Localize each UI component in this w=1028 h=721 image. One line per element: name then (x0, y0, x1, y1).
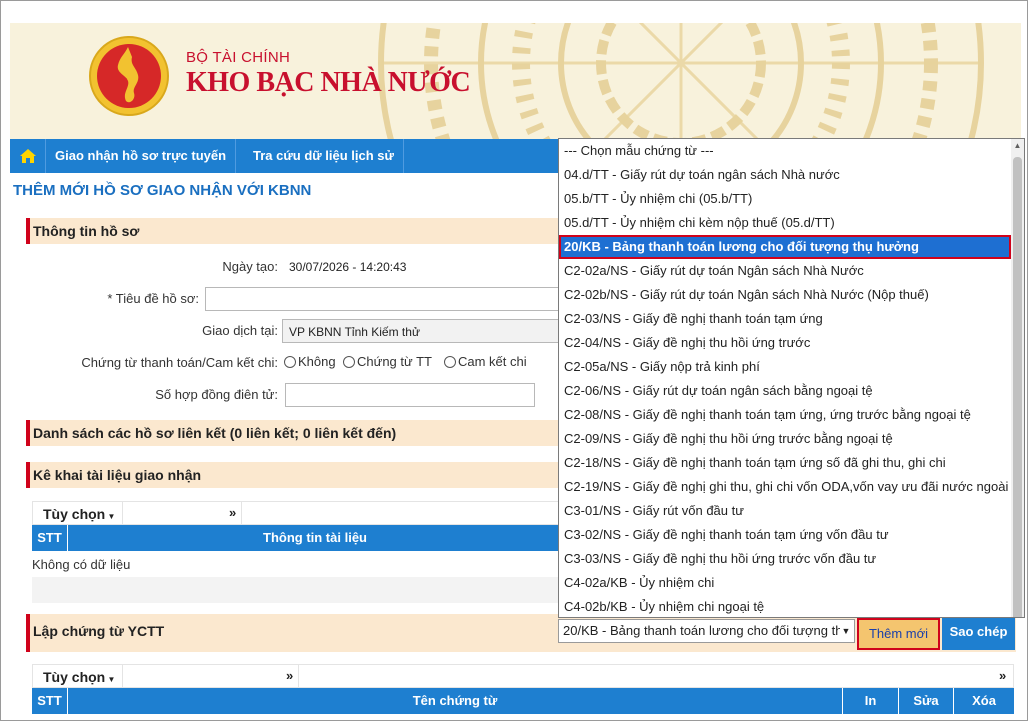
dropdown-option[interactable]: C2-04/NS - Giấy đề nghị thu hồi ứng trướ… (559, 331, 1011, 355)
nav-item-history-lookup[interactable]: Tra cứu dữ liệu lịch sử (244, 139, 404, 173)
dropdown-option[interactable]: C4-02a/KB - Ủy nhiệm chi (559, 571, 1011, 595)
radio-label: Chứng từ TT (357, 354, 432, 369)
section-title: Kê khai tài liệu giao nhận (33, 467, 202, 483)
column-doc-info: Thông tin tài liệu (263, 530, 367, 545)
vouchers-toolbar: Tùy chọn ▼ » » (32, 664, 1014, 688)
column-delete: Xóa (972, 693, 996, 708)
created-label: Ngày tạo: (222, 259, 278, 274)
radio-label: Không (298, 354, 336, 369)
dropdown-option[interactable]: C4-02b/KB - Ủy nhiệm chi ngoại tệ (559, 595, 1011, 617)
dropdown-option[interactable]: C2-08/NS - Giấy đề nghị thanh toán tạm ứ… (559, 403, 1011, 427)
scroll-thumb[interactable] (1013, 157, 1022, 617)
title-input[interactable] (205, 287, 561, 311)
voucher-template-dropdown[interactable]: --- Chọn mẫu chứng từ --- 04.d/TT - Giấy … (558, 138, 1025, 618)
add-new-button[interactable]: Thêm mới (857, 618, 940, 650)
agency-name: KHO BẠC NHÀ NƯỚC (186, 67, 471, 98)
radio-circle (284, 355, 296, 368)
divider (122, 502, 123, 524)
documents-empty-row: Không có dữ liệu (32, 552, 562, 577)
ministry-name: BỘ TÀI CHÍNH (186, 49, 291, 66)
dropdown-option[interactable]: C2-02a/NS - Giấy rút dự toán Ngân sách N… (559, 259, 1011, 283)
transaction-field: VP KBNN Tỉnh Kiếm thử (282, 319, 562, 343)
section-title: Danh sách các hồ sơ liên kết (0 liên kết… (33, 425, 397, 441)
dropdown-option[interactable]: C2-19/NS - Giấy đề nghị ghi thu, ghi chi… (559, 475, 1011, 499)
radio-circle (444, 355, 456, 368)
contract-label: Số hợp đồng điên tử: (155, 387, 278, 402)
browser-frame: BỘ TÀI CHÍNH KHO BẠC NHÀ NƯỚC Giao nhận … (0, 0, 1028, 721)
documents-filler-row (32, 577, 562, 603)
expand-columns-icon[interactable]: » (286, 668, 293, 683)
transaction-label: Giao dịch tại: (202, 323, 278, 338)
expand-right-icon[interactable]: » (999, 668, 1006, 683)
options-dropdown[interactable]: Tùy chọn ▼ (43, 506, 115, 522)
dropdown-option[interactable]: C2-09/NS - Giấy đề nghị thu hồi ứng trướ… (559, 427, 1011, 451)
chevron-down-icon: ▼ (840, 620, 852, 642)
contract-input[interactable] (285, 383, 535, 407)
section-title: Lập chứng từ YCTT (33, 623, 165, 639)
dropdown-option[interactable]: 04.d/TT - Giấy rút dự toán ngân sách Nhà… (559, 163, 1011, 187)
dropdown-scrollbar[interactable]: ▲ (1011, 139, 1024, 617)
documents-table-header: STT Thông tin tài liệu (32, 525, 562, 551)
nav-item-online-submission[interactable]: Giao nhận hồ sơ trực tuyến (46, 139, 237, 173)
dropdown-option[interactable]: --- Chọn mẫu chứng từ --- (559, 139, 1011, 163)
caret-down-icon: ▼ (105, 675, 116, 684)
section-title: Thông tin hồ sơ (33, 223, 140, 239)
payment-radio-voucher[interactable]: Chứng từ TT (343, 354, 432, 369)
divider (122, 665, 123, 687)
column-stt: STT (32, 688, 68, 714)
options-label: Tùy chọn (43, 669, 106, 685)
dropdown-option[interactable]: 05.d/TT - Ủy nhiệm chi kèm nộp thuế (05.… (559, 211, 1011, 235)
created-value: 30/07/2026 - 14:20:43 (289, 260, 407, 274)
section-profile-info: Thông tin hồ sơ (26, 218, 566, 244)
dropdown-option[interactable]: 05.b/TT - Ủy nhiệm chi (05.b/TT) (559, 187, 1011, 211)
options-dropdown[interactable]: Tùy chọn ▼ (43, 669, 115, 685)
options-label: Tùy chọn (43, 506, 106, 522)
dropdown-option[interactable]: C3-02/NS - Giấy đề nghị thanh toán tạm ứ… (559, 523, 1011, 547)
title-label: * Tiêu đề hồ sơ: (107, 291, 199, 306)
caret-down-icon: ▼ (105, 512, 116, 521)
dropdown-option[interactable]: C2-18/NS - Giấy đề nghị thanh toán tạm ứ… (559, 451, 1011, 475)
copy-button[interactable]: Sao chép (942, 618, 1015, 650)
vouchers-table-header: STT Tên chứng từ In Sửa Xóa (32, 688, 1014, 714)
dropdown-option[interactable]: C2-02b/NS - Giấy rút dự toán Ngân sách N… (559, 283, 1011, 307)
radio-circle (343, 355, 355, 368)
divider (298, 665, 299, 687)
selected-template-text: 20/KB - Bảng thanh toán lương cho đối tư… (563, 623, 854, 638)
voucher-template-select[interactable]: 20/KB - Bảng thanh toán lương cho đối tư… (558, 619, 855, 643)
divider (241, 502, 242, 524)
home-button[interactable] (10, 139, 46, 173)
column-voucher-name: Tên chứng từ (68, 688, 843, 714)
home-icon (19, 149, 36, 163)
column-edit: Sửa (899, 688, 954, 714)
page-title: THÊM MỚI HỒ SƠ GIAO NHẬN VỚI KBNN (13, 182, 312, 199)
documents-toolbar: Tùy chọn ▼ » (32, 501, 562, 525)
column-print: In (843, 688, 899, 714)
dropdown-option[interactable]: C2-05a/NS - Giấy nộp trả kinh phí (559, 355, 1011, 379)
dropdown-option[interactable]: C3-01/NS - Giấy rút vốn đầu tư (559, 499, 1011, 523)
dropdown-option[interactable]: C2-03/NS - Giấy đề nghị thanh toán tạm ứ… (559, 307, 1011, 331)
section-linked-profiles[interactable]: Danh sách các hồ sơ liên kết (0 liên kết… (26, 420, 566, 446)
dropdown-option[interactable]: 20/KB - Bảng thanh toán lương cho đối tư… (559, 235, 1011, 259)
dropdown-option[interactable]: C3-03/NS - Giấy đề nghị thu hồi ứng trướ… (559, 547, 1011, 571)
state-treasury-logo (89, 36, 169, 116)
payment-radio-commitment[interactable]: Cam kết chi (444, 354, 527, 369)
section-documents: Kê khai tài liệu giao nhận (26, 462, 566, 488)
radio-label: Cam kết chi (458, 354, 527, 369)
column-stt: STT (32, 525, 68, 551)
payment-label: Chứng từ thanh toán/Cam kết chi: (81, 355, 278, 370)
payment-radio-none[interactable]: Không (284, 354, 336, 369)
dropdown-option[interactable]: C2-06/NS - Giấy rút dự toán ngân sách bằ… (559, 379, 1011, 403)
site-header: BỘ TÀI CHÍNH KHO BẠC NHÀ NƯỚC (10, 23, 1021, 139)
expand-columns-icon[interactable]: » (229, 505, 236, 520)
empty-text: Không có dữ liệu (32, 557, 131, 572)
scroll-up-icon[interactable]: ▲ (1011, 139, 1024, 153)
